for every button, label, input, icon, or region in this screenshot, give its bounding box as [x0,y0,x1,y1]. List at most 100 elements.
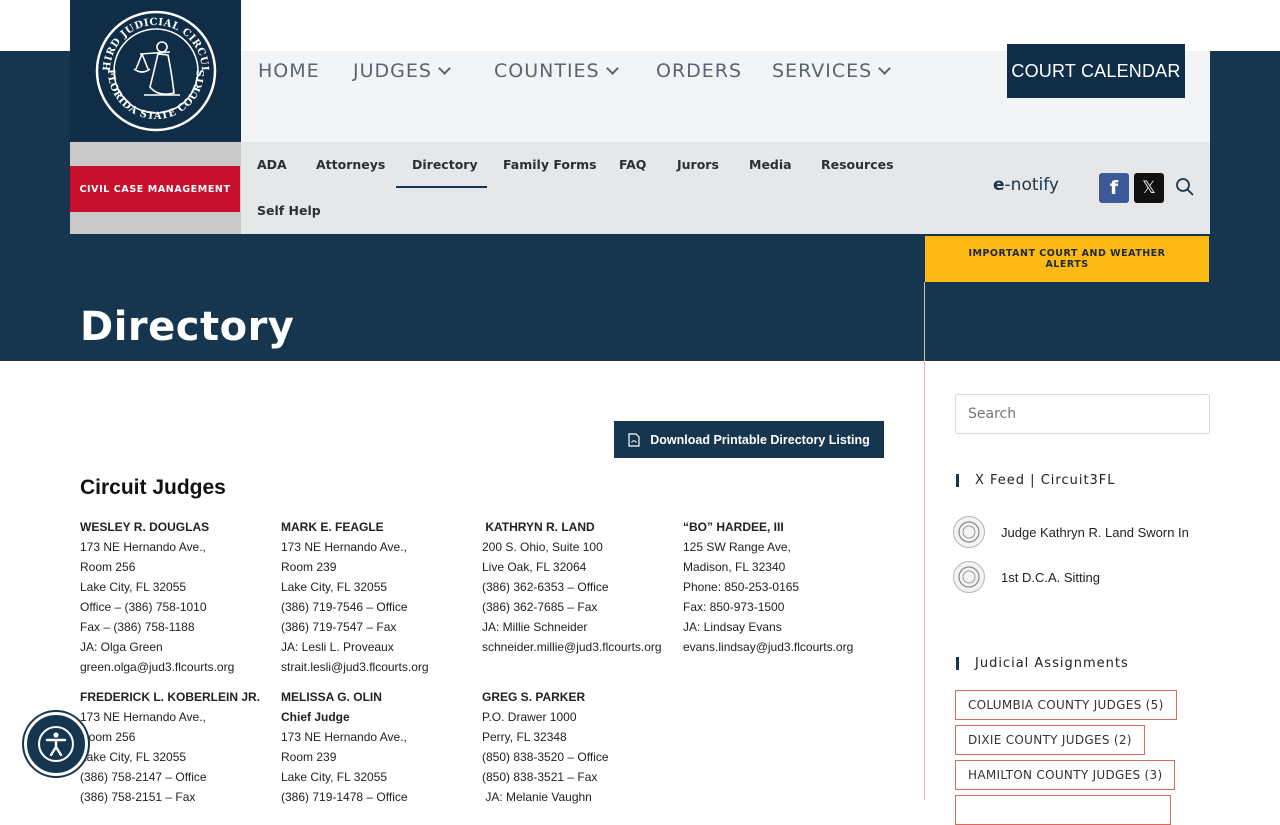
chevron-down-icon [605,62,619,75]
nav-counties[interactable]: COUNTIES [494,60,619,82]
seal-avatar-icon [953,516,985,548]
judge-card: MELISSA G. OLIN Chief Judge 173 NE Herna… [281,687,477,807]
nav-services[interactable]: SERVICES [772,60,892,82]
svg-text:THIRD JUDICIAL CIRCUIT: THIRD JUDICIAL CIRCUIT [94,9,210,72]
judge-line: (386) 719-7547 – Fax [281,620,397,634]
nav-counties-label: COUNTIES [494,60,600,82]
judge-line: JA: Lesli L. Proveaux [281,640,394,654]
judge-line: (386) 362-6353 – Office [482,580,609,594]
feed-item[interactable]: 1st D.C.A. Sitting [953,561,1100,593]
judge-line: Perry, FL 32348 [482,730,567,744]
download-directory-button[interactable]: Download Printable Directory Listing [614,421,884,458]
sidebar-search-input[interactable] [955,394,1210,434]
search-icon[interactable] [1175,177,1195,197]
judge-line: P.O. Drawer 1000 [482,710,577,724]
judge-line: JA: Millie Schneider [482,620,588,634]
court-calendar-button[interactable]: COURT CALENDAR [1007,44,1185,98]
judge-line: (850) 838-3520 – Office [482,750,609,764]
site-logo[interactable]: THIRD JUDICIAL CIRCUIT FLORIDA STATE COU… [70,0,241,141]
assignment-tag-dixie[interactable]: DIXIE COUNTY JUDGES (2) [955,725,1145,755]
nav-services-label: SERVICES [772,60,873,82]
subnav-attorneys[interactable]: Attorneys [316,157,385,172]
chevron-down-icon [438,62,451,75]
court-weather-alerts-button[interactable]: IMPORTANT COURT AND WEATHER ALERTS [925,236,1209,282]
nav-judges[interactable]: JUDGES [353,60,451,82]
judge-name: WESLEY R. DOUGLAS [80,520,210,534]
feed-item-label: Judge Kathryn R. Land Sworn In [1001,524,1189,540]
judge-card: “BO” HARDEE, III 125 SW Range Ave, Madis… [683,517,879,657]
feed-item-label: 1st D.C.A. Sitting [1001,569,1100,585]
subnav-jurors[interactable]: Jurors [677,157,719,172]
active-tab-indicator [396,186,487,188]
x-twitter-icon[interactable]: 𝕏 [1134,173,1164,203]
nav-orders[interactable]: ORDERS [656,60,742,82]
subnav-faq[interactable]: FAQ [619,157,646,172]
facebook-icon[interactable]: f [1099,173,1129,203]
subnav-media[interactable]: Media [749,157,792,172]
accessibility-icon [38,726,74,762]
judge-line: JA: Melanie Vaughn [482,790,592,804]
judge-name: “BO” HARDEE, III [683,520,784,534]
judicial-assignments-title: Judicial Assignments [956,657,1129,670]
subnav-resources[interactable]: Resources [821,157,894,172]
subnav-family-forms[interactable]: Family Forms [503,157,597,172]
assignment-tag-columbia[interactable]: COLUMBIA COUNTY JUDGES (5) [955,690,1177,720]
judge-name: MARK E. FEAGLE [281,520,384,534]
judge-line: Room 239 [281,560,337,574]
judge-line: Room 256 [80,730,136,744]
judge-line: Lake City, FL 32055 [281,770,388,784]
e-notify-e: e [993,175,1005,195]
x-feed-title: X Feed | Circuit3FL [956,474,1116,487]
judge-card: KATHRYN R. LAND 200 S. Ohio, Suite 100 L… [482,517,678,657]
chevron-down-icon [878,62,892,75]
judge-name: MELISSA G. OLIN [281,690,382,704]
nav-orders-label: ORDERS [656,60,743,82]
judge-email[interactable]: strait.lesli@jud3.flcourts.org [281,657,477,677]
judge-line: (386) 719-1478 – Office [281,790,408,804]
judge-line: Fax: 850-973-1500 [683,600,785,614]
civil-case-management-button[interactable]: CIVIL CASE MANAGEMENT [70,166,240,212]
subnav-ada[interactable]: ADA [257,157,287,172]
judge-name: GREG S. PARKER [482,690,586,704]
seal-avatar-icon [953,561,985,593]
nav-judges-label: JUDGES [353,60,432,82]
judge-line: Madison, FL 32340 [683,560,786,574]
nav-home[interactable]: HOME [258,60,320,82]
section-title: Circuit Judges [80,476,226,499]
subnav-self-help[interactable]: Self Help [257,203,321,218]
judge-email[interactable]: evans.lindsay@jud3.flcourts.org [683,637,879,657]
judge-line: Live Oak, FL 32064 [482,560,587,574]
e-notify-text: -notify [1004,175,1059,195]
judge-line: JA: Olga Green [80,640,163,654]
download-label: Download Printable Directory Listing [650,432,870,447]
judge-line: Fax – (386) 758-1188 [80,620,195,634]
accessibility-button[interactable] [24,712,88,776]
nav-home-label: HOME [258,60,320,82]
judge-line: Room 239 [281,750,337,764]
secondary-navigation [241,142,1210,234]
e-notify-link[interactable]: e-notify [993,175,1059,195]
feed-item[interactable]: Judge Kathryn R. Land Sworn In [953,516,1189,548]
subnav-directory[interactable]: Directory [412,157,478,172]
judge-card: FREDERICK L. KOBERLEIN JR. 173 NE Hernan… [80,687,276,807]
judge-name: FREDERICK L. KOBERLEIN JR. [80,690,261,704]
judge-line: (386) 719-7546 – Office [281,600,408,614]
judge-line: 125 SW Range Ave, [683,540,791,554]
judge-line: Lake City, FL 32055 [80,580,187,594]
judge-line: Lake City, FL 32055 [281,580,388,594]
assignment-tag-hamilton[interactable]: HAMILTON COUNTY JUDGES (3) [955,760,1176,790]
judge-line: Phone: 850-253-0165 [683,580,800,594]
judge-name: KATHRYN R. LAND [482,520,595,534]
judge-email[interactable]: schneider.millie@jud3.flcourts.org [482,637,678,657]
logo-top-text: THIRD JUDICIAL CIRCUIT [94,9,210,72]
judge-line: (386) 758-2147 – Office [80,770,207,784]
judge-email[interactable]: green.olga@jud3.flcourts.org [80,657,276,677]
judge-line: JA: Lindsay Evans [683,620,782,634]
judge-line: 173 NE Hernando Ave., [80,710,206,724]
judge-title: Chief Judge [281,710,350,724]
judge-line: (850) 838-3521 – Fax [482,770,598,784]
pdf-file-icon [628,432,640,447]
page-title: Directory [80,304,295,350]
sidebar-divider [924,282,925,800]
judge-line: 173 NE Hernando Ave., [80,540,206,554]
